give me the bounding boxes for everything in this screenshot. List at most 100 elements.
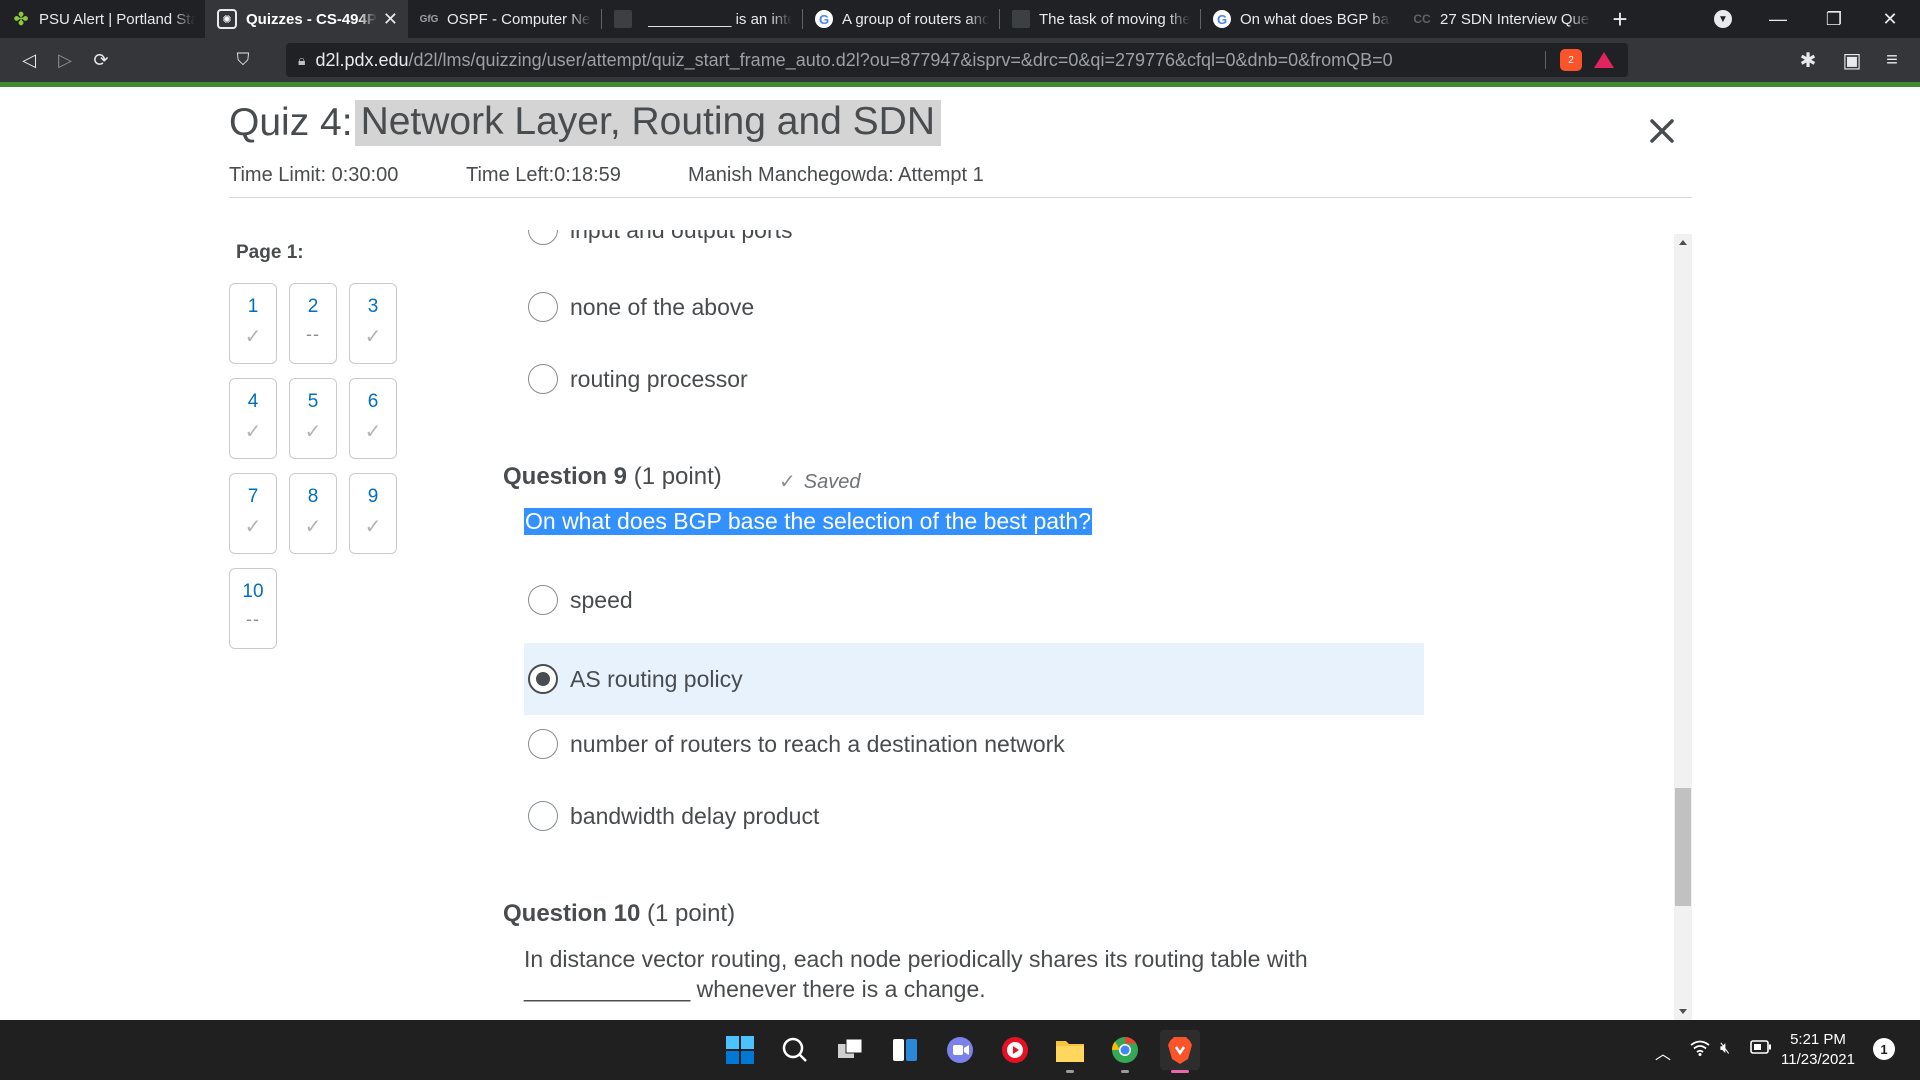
brave-rewards-icon[interactable] [1594,52,1614,68]
wallet-icon[interactable]: ▣ [1832,38,1872,82]
check-icon: ✓ [244,326,262,348]
check-icon: ✓ [364,326,382,348]
option-number-of-routers[interactable]: number of routers to reach a destination… [524,708,1424,780]
browser-toolbar: ◁ ▷ ⟳ ⛉ 🔒︎ d2l.pdx.edu/d2l/lms/quizzing/… [0,38,1920,82]
question-nav-1[interactable]: 1 ✓ [229,283,277,364]
battery-icon[interactable] [1750,1040,1772,1059]
google-icon: G [1213,10,1231,28]
check-icon: ✓ [779,471,796,493]
time-limit: Time Limit: 0:30:00 [229,164,399,186]
question-nav-9[interactable]: 9 ✓ [349,473,397,554]
tab-page[interactable] [602,0,642,38]
check-icon: ✓ [364,516,382,538]
scrollbar-thumb[interactable] [1675,788,1691,906]
question-nav-8[interactable]: 8 ✓ [289,473,337,554]
fill-in-blank: _____________ [524,976,691,1002]
question-nav-7[interactable]: 7 ✓ [229,473,277,554]
check-icon: ✓ [364,421,382,443]
tab-group-of-routers[interactable]: G A group of routers and [803,0,999,38]
radio-button-selected[interactable] [528,664,558,694]
check-icon: ✓ [304,421,322,443]
radio-button[interactable] [528,230,558,245]
lock-icon: 🔒︎ [298,51,306,68]
option-as-routing-policy[interactable]: AS routing policy [524,643,1424,715]
scroll-down-icon[interactable] [1679,1009,1687,1014]
quiz-content: input and output ports none of the above… [480,230,1694,1020]
question-nav-4[interactable]: 4 ✓ [229,378,277,459]
tab-psu-alert[interactable]: ✤ PSU Alert | Portland Sta [0,0,205,38]
new-tab-plus-icon[interactable]: + [1601,0,1639,38]
tab-bgp-search[interactable]: G On what does BGP bas [1201,0,1401,38]
content-scrollbar[interactable] [1674,234,1692,1020]
question-9-header: Question 9 (1 point) ✓ Saved [503,463,861,493]
url-text: d2l.pdx.edu/d2l/lms/quizzing/user/attemp… [315,49,1393,70]
media-player-icon[interactable] [995,1030,1035,1070]
show-hidden-icons[interactable]: ︿ [1655,1040,1671,1064]
check-icon: ✓ [244,516,262,538]
close-window-icon[interactable]: ✕ [1862,0,1918,38]
question-nav-5[interactable]: 5 ✓ [289,378,337,459]
tab-search-icon[interactable]: ▼ [1695,0,1751,38]
search-icon[interactable] [775,1030,815,1070]
wifi-icon[interactable] [1690,1040,1710,1061]
quiz-title: Quiz 4: Network Layer, Routing and SDN [229,100,942,146]
tab-ospf[interactable]: GfG OSPF - Computer Netw [408,0,601,38]
chrome-icon[interactable] [1105,1030,1145,1073]
saved-status: ✓ Saved [779,471,861,493]
question-10-text: In distance vector routing, each node pe… [524,946,1308,1002]
tab-task-of-moving[interactable]: The task of moving the [1000,0,1200,38]
option-bandwidth-delay-product[interactable]: bandwidth delay product [524,780,1424,852]
question-nav-3[interactable]: 3 ✓ [349,283,397,364]
unanswered-dash: -- [306,324,320,344]
widgets-icon[interactable] [885,1030,925,1070]
radio-button[interactable] [528,801,558,831]
notification-badge[interactable]: 1 [1873,1038,1895,1060]
omnibox-divider [1545,51,1546,69]
file-explorer-icon[interactable] [1050,1030,1090,1073]
tab-interdomain[interactable]: __________ is an interdo [642,0,802,38]
address-bar[interactable]: 🔒︎ d2l.pdx.edu/d2l/lms/quizzing/user/att… [286,43,1628,77]
question-nav-10[interactable]: 10 -- [229,568,277,649]
system-clock[interactable]: 5:21 PM 11/23/2021 [1778,1030,1858,1070]
option-input-output-ports[interactable]: input and output ports [524,230,1424,266]
menu-icon[interactable]: ≡ [1872,38,1912,82]
volume-muted-icon[interactable]: 🔇︎ [1720,1040,1730,1058]
tab-quizzes[interactable]: ✺ Quizzes - CS-494P/ ✕ [205,0,408,38]
brave-shield-icon[interactable]: 2 [1560,49,1582,71]
question-9-text: On what does BGP base the selection of t… [524,508,1093,535]
attempt-info: Manish Manchegowda: Attempt 1 [688,164,984,186]
page-label: Page 1: [236,242,304,263]
check-icon: ✓ [244,421,262,443]
d2l-icon: ✺ [217,9,237,29]
extensions-icon[interactable]: ✱ [1788,38,1828,82]
option-none-of-the-above[interactable]: none of the above [524,271,1424,343]
radio-button[interactable] [528,585,558,615]
back-icon[interactable]: ◁ [14,45,44,75]
bookmark-icon[interactable]: ⛉ [228,45,258,75]
scroll-up-icon[interactable] [1679,240,1687,245]
tab-sdn-interview[interactable]: CC 27 SDN Interview Ques [1401,0,1601,38]
page-icon [1012,10,1030,28]
reload-icon[interactable]: ⟳ [86,45,116,75]
option-speed[interactable]: speed [524,564,1424,636]
close-quiz-icon[interactable] [1645,114,1679,148]
question-nav-2[interactable]: 2 -- [289,283,337,364]
psu-icon: ✤ [13,8,29,29]
radio-button[interactable] [528,729,558,759]
restore-icon[interactable]: ❐ [1806,0,1862,38]
task-view-icon[interactable] [830,1030,870,1070]
radio-button[interactable] [528,292,558,322]
brave-browser-icon[interactable] [1160,1030,1200,1073]
check-icon: ✓ [304,516,322,538]
question-nav-6[interactable]: 6 ✓ [349,378,397,459]
radio-button[interactable] [528,364,558,394]
running-indicator [1066,1070,1074,1073]
option-routing-processor[interactable]: routing processor [524,343,1424,415]
question-10-header: Question 10 (1 point) [503,900,736,927]
close-tab-icon[interactable]: ✕ [383,9,398,30]
start-icon[interactable] [720,1030,760,1070]
forward-icon[interactable]: ▷ [50,45,80,75]
header-divider [229,197,1692,198]
minimize-icon[interactable]: — [1750,0,1806,38]
chat-icon[interactable] [940,1030,980,1070]
